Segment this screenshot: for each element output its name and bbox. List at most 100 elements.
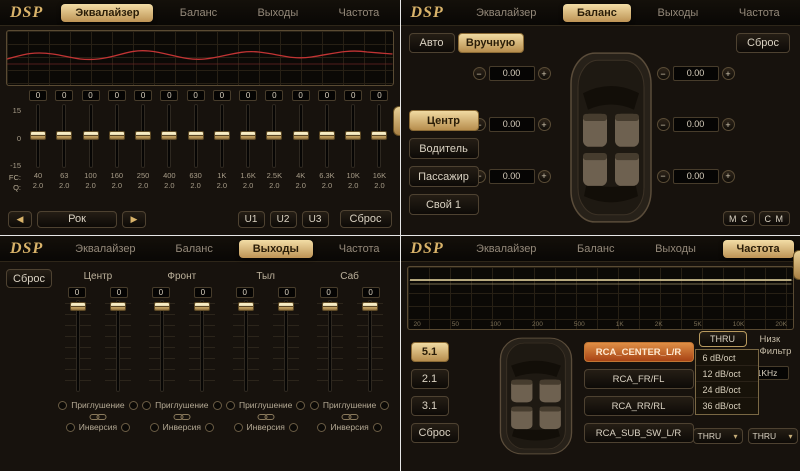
slider-thumb[interactable] (188, 131, 204, 140)
tab-outputs[interactable]: Выходы (641, 240, 710, 258)
decrease-button[interactable]: − (657, 170, 670, 183)
mute-toggle-left[interactable] (142, 401, 151, 410)
output-level-slider[interactable] (70, 300, 86, 392)
channel-rear-button[interactable]: RCA_RR/RL (584, 396, 694, 416)
inversion-toggle-right[interactable] (121, 423, 130, 432)
user-preset-3-button[interactable]: U3 (302, 211, 329, 228)
channel-front-button[interactable]: RCA_FR/FL (584, 369, 694, 389)
link-channels-icon[interactable] (89, 413, 107, 421)
slope-option[interactable]: 6 dB/oct (696, 350, 758, 366)
slider-thumb[interactable] (345, 131, 361, 140)
output-level-slider[interactable] (110, 300, 126, 392)
tab-balance[interactable]: Баланс (161, 240, 226, 258)
user-preset-1-button[interactable]: U1 (238, 211, 265, 228)
slider-thumb[interactable] (322, 302, 338, 311)
slider-thumb[interactable] (110, 302, 126, 311)
mute-toggle-right[interactable] (296, 401, 305, 410)
increase-button[interactable]: + (538, 170, 551, 183)
decrease-button[interactable]: − (657, 67, 670, 80)
mode-3-1-button[interactable]: 3.1 (411, 396, 449, 416)
tab-equalizer[interactable]: Эквалайзер (462, 240, 550, 258)
inversion-toggle-right[interactable] (373, 423, 382, 432)
inversion-toggle-left[interactable] (66, 423, 75, 432)
hpf-slope-select[interactable]: THRU ▾ (748, 428, 798, 444)
slider-thumb[interactable] (83, 131, 99, 140)
eq-gain-slider[interactable] (345, 104, 361, 168)
mute-toggle-left[interactable] (226, 401, 235, 410)
tab-frequency[interactable]: Частота (325, 4, 394, 22)
preset-prev-button[interactable]: ◀ (8, 211, 32, 228)
preset-next-button[interactable]: ▶ (122, 211, 146, 228)
slider-thumb[interactable] (293, 131, 309, 140)
eq-gain-slider[interactable] (56, 104, 72, 168)
inversion-toggle-right[interactable] (289, 423, 298, 432)
increase-button[interactable]: + (722, 67, 735, 80)
inversion-toggle-right[interactable] (205, 423, 214, 432)
eq-gain-slider[interactable] (371, 104, 387, 168)
mode-2-1-button[interactable]: 2.1 (411, 369, 449, 389)
drawer-handle[interactable] (393, 106, 400, 136)
slider-thumb[interactable] (154, 302, 170, 311)
eq-reset-button[interactable]: Сброс (340, 210, 392, 228)
output-level-slider[interactable] (194, 300, 210, 392)
tab-frequency[interactable]: Частота (725, 4, 794, 22)
slider-thumb[interactable] (30, 131, 46, 140)
mode-5-1-button[interactable]: 5.1 (411, 342, 449, 362)
position-center-button[interactable]: Центр (409, 110, 479, 131)
eq-gain-slider[interactable] (30, 104, 46, 168)
eq-gain-slider[interactable] (188, 104, 204, 168)
eq-gain-slider[interactable] (319, 104, 335, 168)
tab-equalizer[interactable]: Эквалайзер (462, 4, 550, 22)
increase-button[interactable]: + (722, 170, 735, 183)
link-channels-icon[interactable] (257, 413, 275, 421)
lpf-slope-select[interactable]: THRU ▾ (693, 428, 743, 444)
outputs-reset-button[interactable]: Сброс (6, 269, 52, 288)
tab-outputs[interactable]: Выходы (239, 240, 313, 258)
output-level-slider[interactable] (362, 300, 378, 392)
mute-toggle-right[interactable] (380, 401, 389, 410)
output-level-slider[interactable] (322, 300, 338, 392)
position-driver-button[interactable]: Водитель (409, 138, 479, 159)
slider-thumb[interactable] (319, 131, 335, 140)
position-custom-button[interactable]: Свой 1 (409, 194, 479, 215)
link-channels-icon[interactable] (173, 413, 191, 421)
slope-option[interactable]: 24 dB/oct (696, 382, 758, 398)
slope-option[interactable]: 12 dB/oct (696, 366, 758, 382)
slider-thumb[interactable] (56, 131, 72, 140)
eq-gain-slider[interactable] (240, 104, 256, 168)
tab-frequency[interactable]: Частота (723, 240, 794, 258)
freq-reset-button[interactable]: Сброс (411, 423, 459, 443)
tab-balance[interactable]: Баланс (563, 4, 631, 22)
mute-toggle-left[interactable] (310, 401, 319, 410)
mc-toggle-button[interactable]: M C (723, 211, 755, 226)
slope-option[interactable]: 36 dB/oct (696, 398, 758, 414)
eq-gain-slider[interactable] (293, 104, 309, 168)
slider-thumb[interactable] (135, 131, 151, 140)
slider-thumb[interactable] (161, 131, 177, 140)
tab-balance[interactable]: Баланс (166, 4, 231, 22)
eq-gain-slider[interactable] (83, 104, 99, 168)
channel-sub-button[interactable]: RCA_SUB_SW_L/R (584, 423, 694, 443)
position-passenger-button[interactable]: Пассажир (409, 166, 479, 187)
tab-outputs[interactable]: Выходы (243, 4, 312, 22)
eq-gain-slider[interactable] (266, 104, 282, 168)
slider-thumb[interactable] (240, 131, 256, 140)
slider-thumb[interactable] (109, 131, 125, 140)
auto-mode-button[interactable]: Авто (409, 33, 455, 53)
slider-thumb[interactable] (278, 302, 294, 311)
decrease-button[interactable]: − (657, 118, 670, 131)
eq-gain-slider[interactable] (214, 104, 230, 168)
inversion-toggle-left[interactable] (234, 423, 243, 432)
slope-select[interactable]: THRU (699, 331, 747, 347)
output-level-slider[interactable] (278, 300, 294, 392)
output-level-slider[interactable] (238, 300, 254, 392)
tab-outputs[interactable]: Выходы (643, 4, 712, 22)
link-channels-icon[interactable] (341, 413, 359, 421)
mute-toggle-right[interactable] (129, 401, 138, 410)
mute-toggle-left[interactable] (58, 401, 67, 410)
eq-gain-slider[interactable] (109, 104, 125, 168)
cm-toggle-button[interactable]: C M (759, 211, 791, 226)
decrease-button[interactable]: − (473, 67, 486, 80)
tab-equalizer[interactable]: Эквалайзер (61, 240, 149, 258)
inversion-toggle-left[interactable] (150, 423, 159, 432)
